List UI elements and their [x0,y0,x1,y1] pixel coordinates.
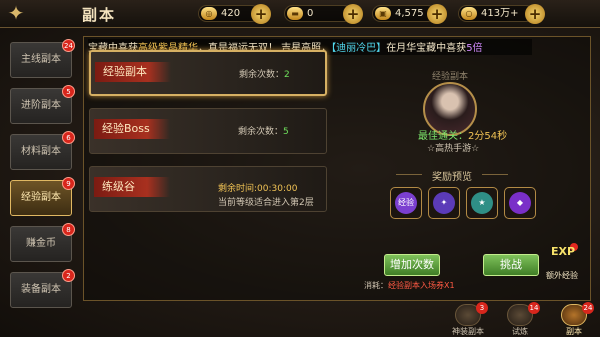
gold-value: 413万+ [481,8,519,19]
reward-label: ✦ [433,192,455,214]
yuanbao-value: 0 [307,8,314,19]
add-yuanbao-button[interactable]: + [343,4,363,24]
tab-badge: 8 [62,223,75,236]
chest-icon: ▣ [375,7,391,20]
consume-label: 消耗： [364,281,388,290]
reward-label: 经验 [395,192,417,214]
back-icon[interactable]: ✦ [2,2,30,26]
reward-preview-title: 奖励预览 [386,168,518,183]
page-title: 副本 [82,6,117,24]
challenge-button[interactable]: 挑战 [483,254,539,276]
add-coin-button[interactable]: + [251,4,271,24]
coin-icon: ◎ [201,7,217,20]
consume-text: 消耗：经验副本入场券X1 [364,280,455,291]
best-clear: 最佳通关：2分54秒 [418,127,507,142]
reward-gem-icon[interactable]: ◆ [504,187,536,219]
remaining-label: 剩余次数： [239,70,285,80]
tab-label: 赚金币 [26,238,56,249]
reward-exp-icon[interactable]: 经验 [390,187,422,219]
ticker-player: 【迪丽冷巴】 [331,43,387,54]
nav-badge: 14 [528,302,540,314]
add-gold-button[interactable]: + [525,4,545,24]
tab-badge: 6 [62,131,75,144]
tab-label: 装备副本 [21,284,61,295]
reward-label: ◆ [509,192,531,214]
portrait-caption: 经验副本 [432,72,469,82]
tab-advanced-dungeon[interactable]: 进阶副本 5 [10,85,75,124]
yuanbao-icon: ▬ [287,7,303,20]
tab-earn-gold[interactable]: 赚金币 8 [10,223,75,262]
exp-icon[interactable]: EXP [547,245,579,271]
nav-trial[interactable]: 试炼 14 [498,302,542,337]
chest-resource: ▣ 4,575 + [372,4,447,24]
tab-label: 进阶副本 [21,100,61,111]
nav-badge: 24 [582,302,594,314]
gold-icon: ○ [461,7,477,20]
tab-badge: 24 [62,39,75,52]
tab-material-dungeon[interactable]: 材料副本 6 [10,131,75,170]
dungeon-card-exp[interactable]: 经验副本 剩余次数：2 [89,50,327,96]
chest-value: 4,575 [395,8,424,19]
add-attempts-button[interactable]: 增加次数 [384,254,440,276]
nav-label: 副本 [566,327,582,336]
dungeon-card-exp-boss[interactable]: 经验Boss 剩余次数：5 [89,108,327,154]
consume-item: 经验副本入场券X1 [388,281,455,290]
nav-label: 神装副本 [452,327,484,336]
reward-label: ★ [471,192,493,214]
dungeon-title: 经验Boss [94,119,170,139]
gold-resource: ○ 413万+ + [458,4,545,24]
reward-scroll-icon[interactable]: ✦ [428,187,460,219]
ticker-reward: 5倍 [466,43,483,54]
remaining-count: 剩余次数：5 [238,124,289,137]
remaining-time: 剩余时间:00:30:00 [218,184,298,194]
reward-star-icon[interactable]: ★ [466,187,498,219]
coin-value: 420 [221,8,241,19]
tab-label: 主线副本 [21,54,61,65]
nav-label: 试炼 [512,327,528,336]
coin-resource: ◎ 420 + [198,4,271,24]
nav-divine-gear[interactable]: 神装副本 3 [446,302,490,337]
tab-badge: 5 [62,85,75,98]
nav-badge: 3 [476,302,488,314]
tab-exp-dungeon[interactable]: 经验副本 9 [10,177,75,216]
yuanbao-resource: ▬ 0 + [284,4,363,24]
tab-label: 经验副本 [21,192,61,203]
best-player-name: ☆高热手游☆ [427,144,480,154]
tab-label: 材料副本 [21,146,61,157]
extra-exp-label: 额外经验 [546,271,578,280]
top-bar: ✦ 副本 ◎ 420 + ▬ 0 + ▣ 4,575 + ○ 413万+ + [0,0,600,28]
tab-badge: 9 [62,177,75,190]
dungeon-title: 练级谷 [94,177,170,197]
dungeon-card-leveling-valley[interactable]: 练级谷 剩余时间:00:30:00 当前等级适合进入第2层 [89,166,327,212]
tab-badge: 2 [62,269,75,282]
remaining-value: 5 [283,127,289,137]
add-chest-button[interactable]: + [427,4,447,24]
tab-equipment-dungeon[interactable]: 装备副本 2 [10,269,75,308]
ticker-text: 在月华宝藏中喜获 [386,43,467,54]
remaining-value: 2 [284,70,290,80]
level-hint: 当前等级适合进入第2层 [218,198,314,208]
tab-main-dungeon[interactable]: 主线副本 24 [10,39,75,78]
dungeon-title: 经验副本 [95,62,171,82]
nav-dungeon[interactable]: 副本 24 [552,302,596,337]
remaining-label: 剩余次数： [238,127,284,137]
remaining-count: 剩余次数：2 [239,67,290,80]
